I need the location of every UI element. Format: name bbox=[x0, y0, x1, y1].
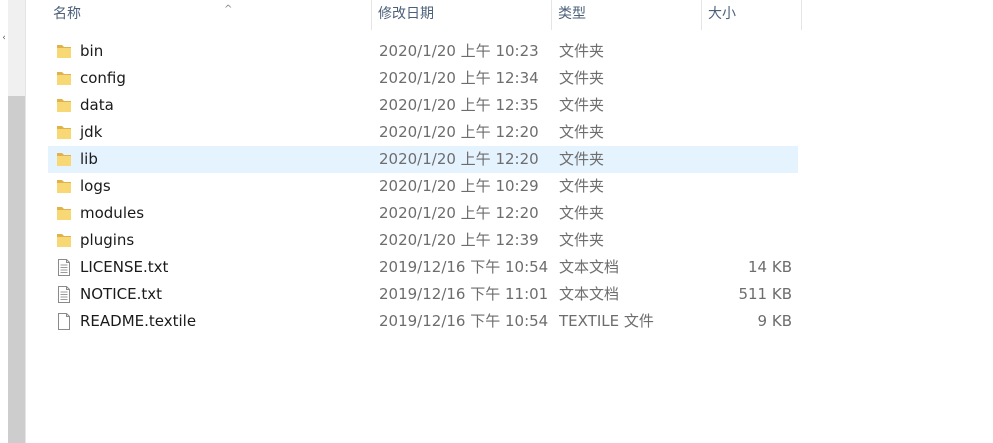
file-name: data bbox=[80, 96, 114, 114]
navigation-scrollbar[interactable] bbox=[8, 0, 25, 443]
file-type: TEXTILE 文件 bbox=[559, 312, 654, 330]
pane-divider[interactable] bbox=[25, 0, 26, 443]
file-modified: 2020/1/20 上午 10:29 bbox=[379, 177, 539, 195]
file-type: 文件夹 bbox=[559, 69, 605, 87]
file-row[interactable]: README.textile 2019/12/16 下午 10:54 TEXTILE… bbox=[48, 308, 798, 335]
text-file-icon bbox=[56, 259, 72, 276]
column-header-name[interactable]: 名称 ^ bbox=[47, 0, 372, 30]
column-header-type-label: 类型 bbox=[558, 6, 586, 22]
sort-up-icon: ^ bbox=[224, 4, 233, 15]
file-name: README.textile bbox=[80, 312, 197, 330]
file-modified: 2020/1/20 上午 12:34 bbox=[379, 69, 539, 87]
column-header-name-label: 名称 bbox=[53, 6, 81, 22]
column-header-row: 名称 ^ 修改日期 类型 大小 bbox=[27, 0, 802, 30]
navigation-pane: ‹ bbox=[0, 0, 26, 443]
column-header-size[interactable]: 大小 bbox=[702, 0, 802, 30]
file-type: 文件夹 bbox=[559, 231, 605, 249]
chevron-left-icon[interactable]: ‹ bbox=[0, 32, 8, 44]
file-type: 文本文档 bbox=[559, 285, 620, 303]
folder-icon bbox=[56, 178, 72, 195]
file-type: 文件夹 bbox=[559, 150, 605, 168]
column-header-size-label: 大小 bbox=[708, 6, 736, 22]
file-modified: 2020/1/20 上午 12:20 bbox=[379, 204, 539, 222]
file-size: 9 KB bbox=[757, 312, 792, 330]
file-name: bin bbox=[80, 42, 104, 60]
file-row[interactable]: plugins 2020/1/20 上午 12:39 文件夹 bbox=[48, 227, 798, 254]
folder-icon bbox=[56, 124, 72, 141]
scrollbar-thumb[interactable] bbox=[8, 96, 25, 443]
folder-icon bbox=[56, 232, 72, 249]
file-row[interactable]: bin 2020/1/20 上午 10:23 文件夹 bbox=[48, 38, 798, 65]
file-rows: bin 2020/1/20 上午 10:23 文件夹 config 2020/1/20 … bbox=[48, 38, 798, 335]
file-name: logs bbox=[80, 177, 111, 195]
file-size: 14 KB bbox=[748, 258, 792, 276]
text-file-icon bbox=[56, 286, 72, 303]
file-modified: 2020/1/20 上午 12:39 bbox=[379, 231, 539, 249]
file-name: NOTICE.txt bbox=[80, 285, 162, 303]
file-row[interactable]: jdk 2020/1/20 上午 12:20 文件夹 bbox=[48, 119, 798, 146]
file-modified: 2020/1/20 上午 12:20 bbox=[379, 150, 539, 168]
file-type: 文件夹 bbox=[559, 123, 605, 141]
file-type: 文件夹 bbox=[559, 96, 605, 114]
column-header-modified[interactable]: 修改日期 bbox=[372, 0, 552, 30]
file-type: 文件夹 bbox=[559, 204, 605, 222]
file-row[interactable]: logs 2020/1/20 上午 10:29 文件夹 bbox=[48, 173, 798, 200]
file-row[interactable]: NOTICE.txt 2019/12/16 下午 11:01 文本文档 511 KB bbox=[48, 281, 798, 308]
file-name: config bbox=[80, 69, 126, 87]
file-modified: 2019/12/16 下午 10:54 bbox=[379, 312, 549, 330]
folder-icon bbox=[56, 205, 72, 222]
file-name: modules bbox=[80, 204, 145, 222]
file-size: 511 KB bbox=[738, 285, 792, 303]
file-row[interactable]: modules 2020/1/20 上午 12:20 文件夹 bbox=[48, 200, 798, 227]
file-row[interactable]: data 2020/1/20 上午 12:35 文件夹 bbox=[48, 92, 798, 119]
file-modified: 2020/1/20 上午 12:20 bbox=[379, 123, 539, 141]
column-header-type[interactable]: 类型 bbox=[552, 0, 702, 30]
file-list: 名称 ^ 修改日期 类型 大小 bin 2020/1/20 上午 10:23 文件夹… bbox=[27, 0, 993, 443]
file-name: lib bbox=[80, 150, 98, 168]
file-row[interactable]: LICENSE.txt 2019/12/16 下午 10:54 文本文档 14 KB bbox=[48, 254, 798, 281]
file-modified: 2020/1/20 上午 10:23 bbox=[379, 42, 539, 60]
file-modified: 2019/12/16 下午 10:54 bbox=[379, 258, 549, 276]
file-type: 文件夹 bbox=[559, 177, 605, 195]
file-name: jdk bbox=[80, 123, 103, 141]
file-type: 文件夹 bbox=[559, 42, 605, 60]
column-header-modified-label: 修改日期 bbox=[378, 6, 434, 22]
file-type: 文本文档 bbox=[559, 258, 620, 276]
blank-file-icon bbox=[56, 313, 72, 330]
file-row[interactable]: lib 2020/1/20 上午 12:20 文件夹 bbox=[48, 146, 798, 173]
file-row[interactable]: config 2020/1/20 上午 12:34 文件夹 bbox=[48, 65, 798, 92]
folder-icon bbox=[56, 97, 72, 114]
folder-icon bbox=[56, 43, 72, 60]
file-modified: 2019/12/16 下午 11:01 bbox=[379, 285, 549, 303]
file-name: plugins bbox=[80, 231, 135, 249]
file-name: LICENSE.txt bbox=[80, 258, 169, 276]
folder-icon bbox=[56, 70, 72, 87]
folder-icon bbox=[56, 151, 72, 168]
file-modified: 2020/1/20 上午 12:35 bbox=[379, 96, 539, 114]
